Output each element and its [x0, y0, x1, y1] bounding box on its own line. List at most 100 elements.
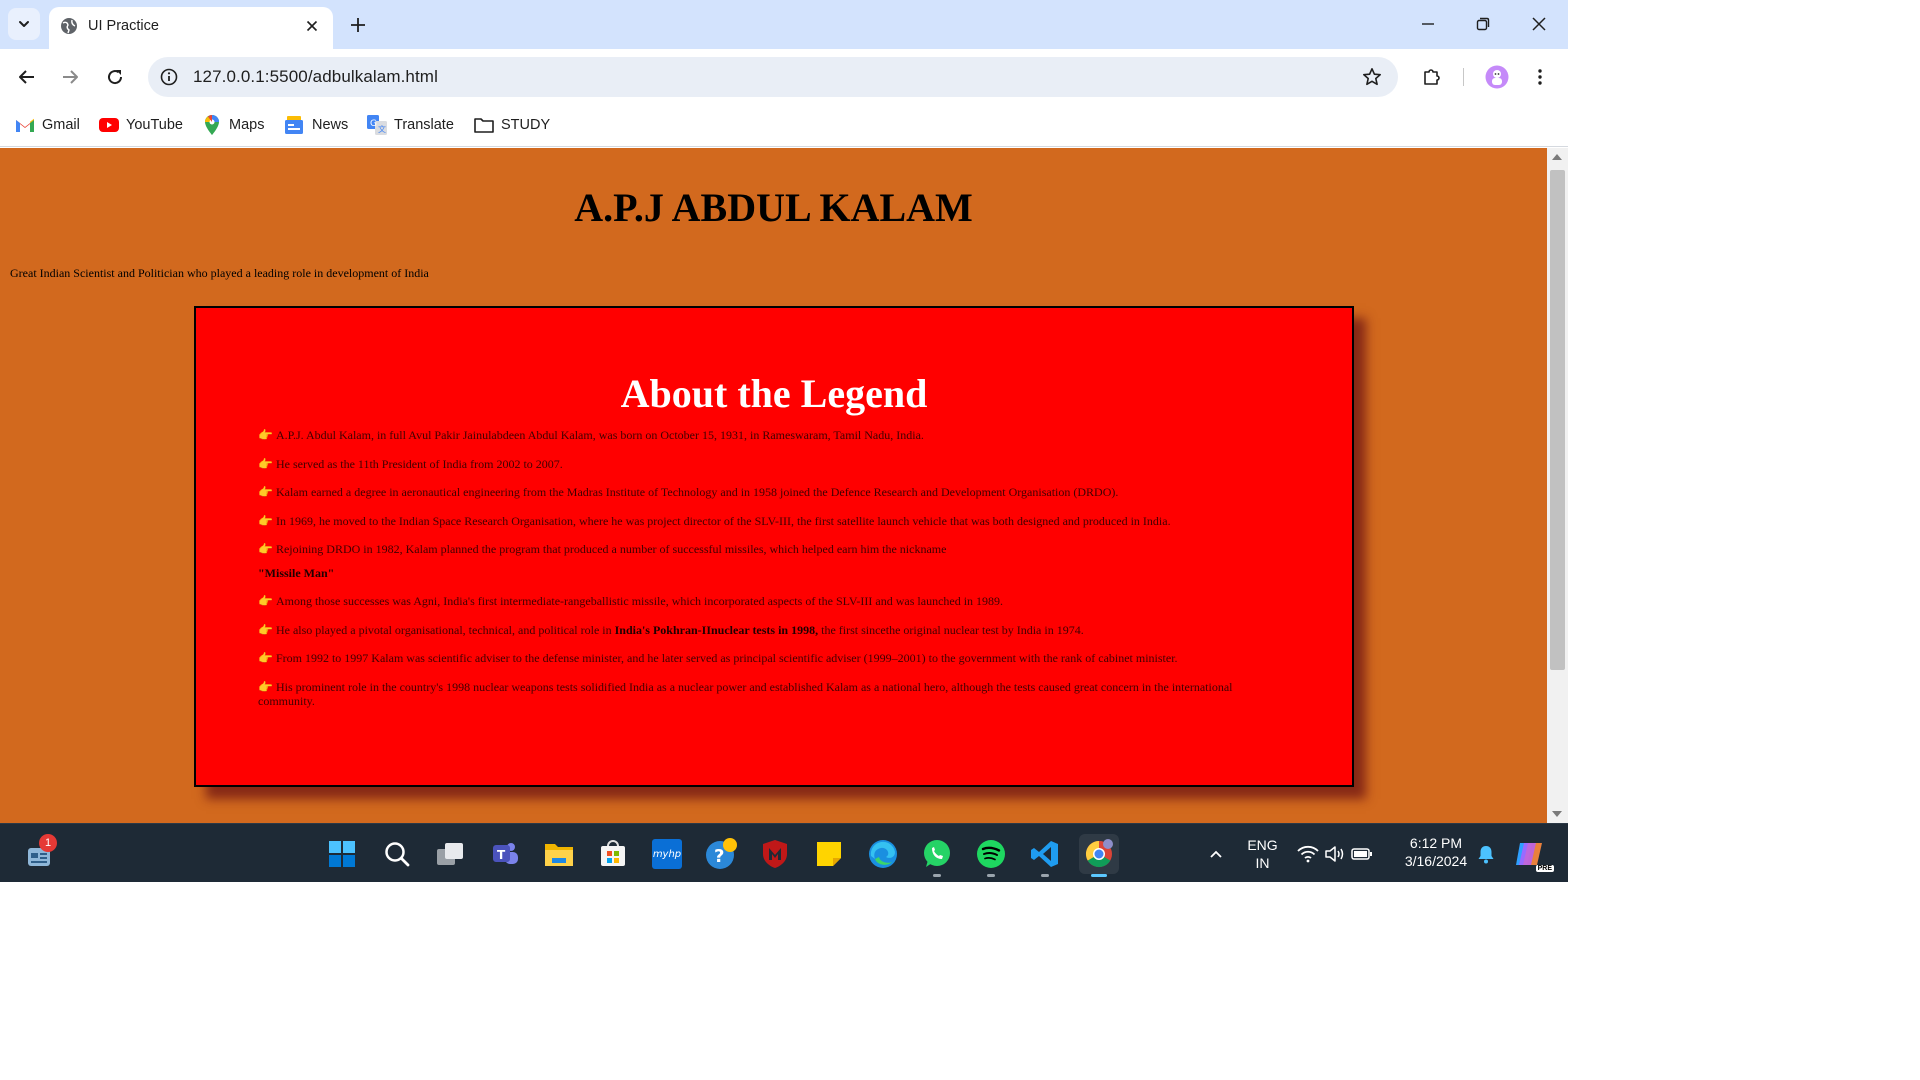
- web-page-content: A.P.J ABDUL KALAM Great Indian Scientist…: [0, 148, 1547, 823]
- active-tab[interactable]: UI Practice: [49, 7, 333, 49]
- file-explorer-icon: [545, 844, 573, 866]
- language-indicator[interactable]: ENG IN: [1240, 836, 1285, 872]
- windows-taskbar: 1 T myhp ? ENG IN 6:12 PM 3/16/2024 PRE: [0, 823, 1568, 882]
- bookmark-label: STUDY: [501, 117, 551, 133]
- notifications-button[interactable]: [1466, 834, 1506, 874]
- pointing-hand-icon: 👉: [258, 594, 273, 608]
- battery-icon: [1351, 848, 1372, 860]
- running-indicator: [1041, 874, 1049, 877]
- sticky-notes-icon: [817, 842, 841, 866]
- mcafee-icon: [763, 840, 787, 868]
- nickname-text: "Missile Man": [258, 566, 335, 580]
- fact-item: 👉 A.P.J. Abdul Kalam, in full Avul Pakir …: [258, 428, 924, 442]
- edge-icon: [869, 840, 897, 868]
- close-icon: [306, 20, 318, 32]
- svg-text:文: 文: [378, 124, 386, 134]
- restore-icon: [1476, 17, 1490, 31]
- vscode-app[interactable]: [1025, 834, 1065, 877]
- address-bar[interactable]: 127.0.0.1:5500/adbulkalam.html: [148, 57, 1398, 97]
- fact-item: 👉 Kalam earned a degree in aeronautical e…: [258, 485, 1119, 499]
- close-icon: [1532, 17, 1546, 31]
- mcafee-app[interactable]: [755, 834, 795, 874]
- start-button[interactable]: [322, 834, 362, 874]
- spotify-icon: [977, 840, 1005, 868]
- url-text[interactable]: 127.0.0.1:5500/adbulkalam.html: [193, 67, 438, 87]
- microsoft-store-icon: [601, 840, 625, 866]
- restore-button[interactable]: [1463, 8, 1503, 40]
- new-tab-button[interactable]: [345, 12, 371, 38]
- bookmark-news[interactable]: News: [285, 112, 348, 138]
- show-hidden-icons-button[interactable]: [1196, 834, 1236, 874]
- page-title: A.P.J ABDUL KALAM: [574, 185, 973, 230]
- pointing-hand-icon: 👉: [258, 679, 273, 694]
- edge-app[interactable]: [863, 834, 903, 874]
- page-scrollbar[interactable]: [1547, 148, 1568, 823]
- get-help-app[interactable]: ?: [701, 834, 741, 874]
- back-button[interactable]: [11, 61, 43, 93]
- translate-icon: G文: [367, 115, 387, 135]
- extensions-button[interactable]: [1416, 61, 1448, 93]
- plus-icon: [351, 18, 365, 32]
- teams-app[interactable]: T: [485, 834, 525, 874]
- myhp-app[interactable]: myhp: [647, 834, 687, 874]
- sticky-notes-app[interactable]: [809, 834, 849, 874]
- bookmark-maps[interactable]: Maps: [202, 112, 264, 138]
- star-icon: [1363, 68, 1381, 86]
- page-subtitle: Great Indian Scientist and Politician wh…: [10, 266, 429, 280]
- fact-item: 👉 Rejoining DRDO in 1982, Kalam planned t…: [258, 542, 947, 556]
- pointing-hand-icon: 👉: [258, 651, 273, 665]
- scroll-thumb[interactable]: [1550, 170, 1565, 670]
- forward-button[interactable]: [54, 61, 86, 93]
- task-view-button[interactable]: [431, 834, 471, 874]
- running-indicator: [987, 874, 995, 877]
- bookmarks-bar: Gmail YouTube Maps News G文 Translate STU…: [0, 105, 1568, 147]
- profile-button[interactable]: [1481, 61, 1513, 93]
- running-indicator: [933, 874, 941, 877]
- spotify-app[interactable]: [971, 834, 1011, 877]
- taskbar-search-button[interactable]: [377, 834, 417, 874]
- bell-icon: [1478, 846, 1494, 864]
- puzzle-icon: [1424, 69, 1440, 85]
- site-info-button[interactable]: [157, 65, 181, 89]
- scroll-up-arrow-icon[interactable]: [1552, 154, 1562, 160]
- reload-button[interactable]: [99, 61, 131, 93]
- widgets-button[interactable]: 1: [19, 834, 59, 874]
- close-tab-button[interactable]: [302, 16, 322, 36]
- pokhran-highlight: India's Pokhran-IInuclear tests in 1998,: [614, 622, 819, 637]
- svg-text:G: G: [370, 119, 377, 129]
- quick-settings-button[interactable]: [1295, 834, 1375, 874]
- pointing-hand-icon: 👉: [258, 542, 273, 556]
- bookmark-label: Translate: [394, 117, 454, 133]
- info-icon: [160, 68, 178, 86]
- bookmark-youtube[interactable]: YouTube: [99, 112, 183, 138]
- toolbar-separator: [1463, 68, 1464, 86]
- microsoft-store-app[interactable]: [593, 834, 633, 874]
- whatsapp-app[interactable]: [917, 834, 957, 877]
- vscode-icon: [1031, 841, 1058, 867]
- windows-start-icon: [329, 841, 355, 867]
- maps-icon: [202, 115, 222, 135]
- browser-menu-button[interactable]: [1524, 61, 1556, 93]
- bookmark-gmail[interactable]: Gmail: [15, 112, 80, 138]
- volume-icon: [1325, 846, 1344, 862]
- minimize-button[interactable]: [1408, 8, 1448, 40]
- file-explorer-app[interactable]: [539, 834, 579, 874]
- chevron-down-icon: [19, 21, 29, 27]
- fact-item: 👉 Among those successes was Agni, India's…: [258, 594, 1004, 608]
- bookmark-label: Maps: [229, 117, 265, 133]
- running-indicator: [1091, 874, 1107, 877]
- bookmark-star-button[interactable]: [1360, 65, 1384, 89]
- tab-search-button[interactable]: [8, 8, 40, 40]
- copilot-button[interactable]: PRE: [1510, 834, 1554, 874]
- chrome-app[interactable]: [1079, 834, 1119, 877]
- fact-item: 👉 From 1992 to 1997 Kalam was scientific …: [258, 651, 1178, 665]
- scroll-down-arrow-icon[interactable]: [1552, 811, 1562, 817]
- close-window-button[interactable]: [1519, 8, 1559, 40]
- svg-text:?: ?: [714, 846, 724, 867]
- tab-title: UI Practice: [88, 18, 159, 34]
- bookmark-folder-study[interactable]: STUDY: [474, 112, 550, 138]
- minimize-icon: [1422, 23, 1434, 25]
- bookmark-translate[interactable]: G文 Translate: [367, 112, 454, 138]
- folder-icon: [474, 115, 494, 135]
- gmail-icon: [15, 115, 35, 135]
